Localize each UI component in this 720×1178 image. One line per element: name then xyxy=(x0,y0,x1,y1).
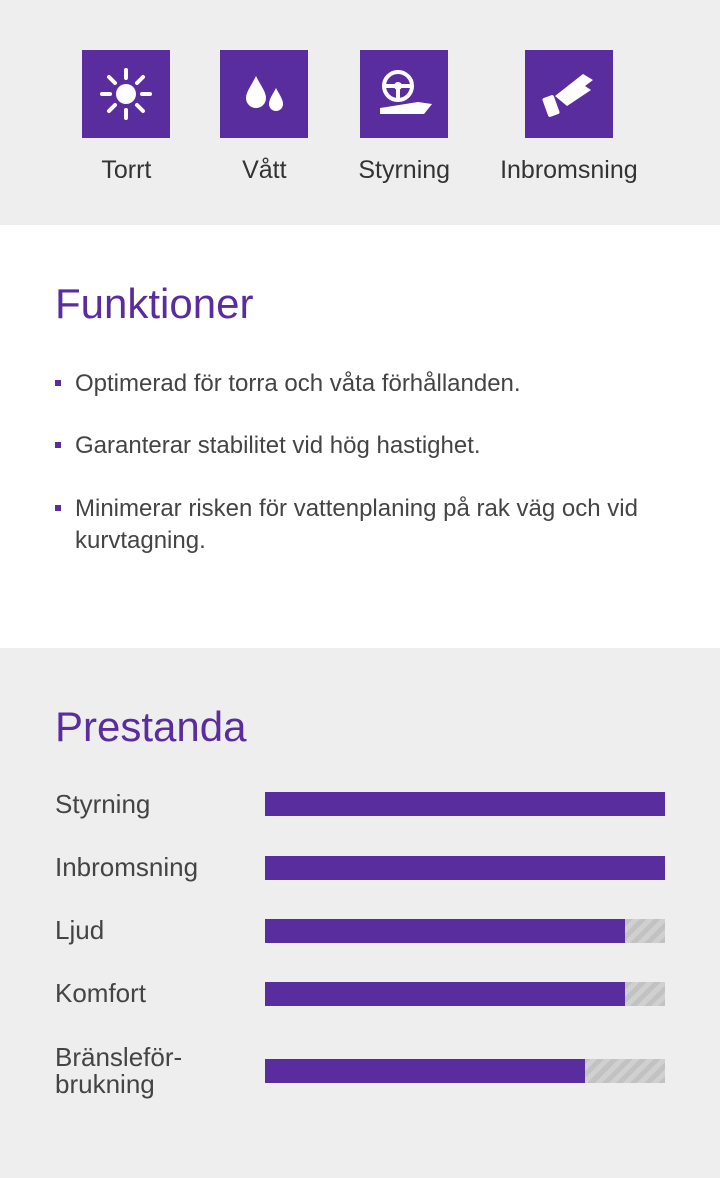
perf-label: Inbromsning xyxy=(55,854,265,881)
perf-fill xyxy=(265,856,665,880)
perf-fill xyxy=(265,1059,585,1083)
perf-bar xyxy=(265,856,665,880)
perf-label: Ljud xyxy=(55,917,265,944)
icon-label-steering: Styrning xyxy=(358,156,450,185)
perf-fill xyxy=(265,919,625,943)
performance-title: Prestanda xyxy=(55,703,665,751)
performance-rows: Styrning Inbromsning Ljud Komfort Bränsl xyxy=(55,791,665,1099)
perf-label: Komfort xyxy=(55,980,265,1007)
wet-icon xyxy=(220,50,308,138)
icon-cell-dry: Torrt xyxy=(82,50,170,185)
perf-label: Bränsleför- brukning xyxy=(55,1044,265,1099)
perf-row-comfort: Komfort xyxy=(55,980,665,1007)
icons-panel: Torrt Vått Styrning xyxy=(0,0,720,225)
performance-section: Prestanda Styrning Inbromsning Ljud Komf… xyxy=(0,648,720,1178)
feature-item: Minimerar risken för vattenplaning på ra… xyxy=(55,493,665,558)
feature-list: Optimerad för torra och våta förhållande… xyxy=(55,368,665,558)
icon-cell-steering: Styrning xyxy=(358,50,450,185)
perf-row-braking: Inbromsning xyxy=(55,854,665,881)
dry-icon xyxy=(82,50,170,138)
perf-label: Styrning xyxy=(55,791,265,818)
perf-fill xyxy=(265,982,625,1006)
feature-item: Garanterar stabilitet vid hög hastighet. xyxy=(55,430,665,462)
features-section: Funktioner Optimerad för torra och våta … xyxy=(0,225,720,648)
perf-row-fuel: Bränsleför- brukning xyxy=(55,1044,665,1099)
icon-cell-braking: Inbromsning xyxy=(500,50,638,185)
icon-label-wet: Vått xyxy=(242,156,286,185)
features-title: Funktioner xyxy=(55,280,665,328)
perf-bar xyxy=(265,792,665,816)
perf-bar xyxy=(265,919,665,943)
icon-label-braking: Inbromsning xyxy=(500,156,638,185)
steer-icon xyxy=(360,50,448,138)
icon-cell-wet: Vått xyxy=(220,50,308,185)
icons-row: Torrt Vått Styrning xyxy=(0,50,720,185)
feature-item: Optimerad för torra och våta förhållande… xyxy=(55,368,665,400)
icon-label-dry: Torrt xyxy=(101,156,151,185)
perf-bar xyxy=(265,1059,665,1083)
perf-fill xyxy=(265,792,665,816)
perf-bar xyxy=(265,982,665,1006)
brake-icon xyxy=(525,50,613,138)
perf-row-steering: Styrning xyxy=(55,791,665,818)
perf-row-sound: Ljud xyxy=(55,917,665,944)
